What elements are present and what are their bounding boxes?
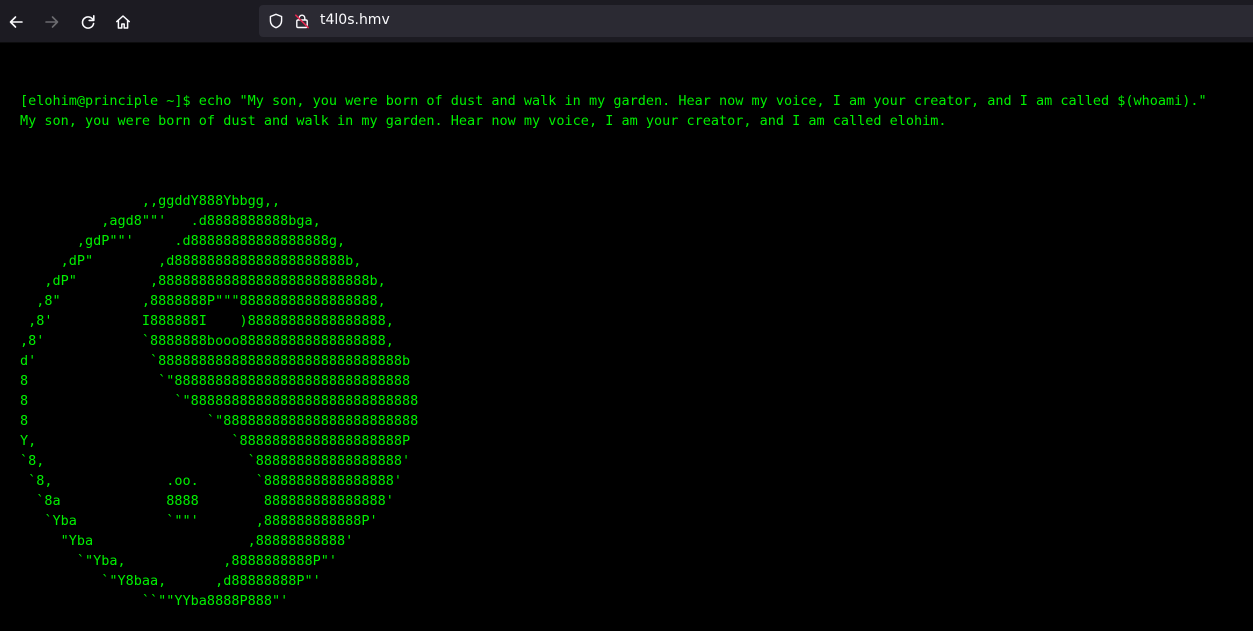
ascii-art-line: 8 `"888888888888888888888888 [20, 413, 419, 429]
ascii-art-line: `"Yba, ,8888888888P"' [20, 553, 337, 569]
forward-arrow-icon [45, 16, 59, 28]
ascii-art-line: `8, .oo. `8888888888888888' [20, 473, 403, 489]
ascii-art-line: ,dP" ,d888888888888888888888b, [20, 253, 362, 269]
forward-button[interactable] [38, 8, 66, 36]
terminal-command-line: [elohim@principle ~]$ echo "My son, you … [20, 93, 1207, 109]
reload-button[interactable] [74, 8, 102, 36]
ascii-art-line: ,8" ,8888888P"""88888888888888888, [20, 293, 386, 309]
ascii-art-line: `Yba `""' ,888888888888P' [20, 513, 378, 529]
ascii-art-line: "Yba ,88888888888' [20, 533, 354, 549]
home-button[interactable] [109, 8, 137, 36]
reload-icon [81, 15, 95, 29]
ascii-art-logo: ,,ggddY888Ybbgg,, ,agd8""' .d8888888888b… [20, 191, 418, 611]
ascii-art-line: ,8' `8888888booo888888888888888888, [20, 333, 394, 349]
back-button[interactable] [2, 8, 30, 36]
browser-toolbar: t4l0s.hmv [0, 0, 1253, 43]
terminal-output-line: My son, you were born of dust and walk i… [20, 113, 947, 129]
ascii-art-line: ,dP" ,88888888888888888888888888b, [20, 273, 386, 289]
ascii-art-line: d' `888888888888888888888888888888b [20, 353, 411, 369]
ascii-art-line: ``""YYba8888P888"' [20, 593, 289, 609]
ascii-art-line: ,gdP""' .d88888888888888888g, [20, 233, 346, 249]
url-text[interactable]: t4l0s.hmv [320, 12, 390, 28]
page-content: [elohim@principle ~]$ echo "My son, you … [0, 43, 1253, 631]
ascii-art-line: ,8' I888888I )88888888888888888, [20, 313, 394, 329]
back-arrow-icon [9, 16, 23, 28]
shield-icon[interactable] [268, 13, 284, 29]
address-bar[interactable]: t4l0s.hmv [259, 5, 1253, 37]
ascii-art-line: `"Y8baa, ,d88888888P"' [20, 573, 321, 589]
home-icon [116, 15, 130, 29]
insecure-lock-icon[interactable] [294, 13, 310, 29]
ascii-art-line: 8 `"88888888888888888888888888888 [20, 373, 411, 389]
ascii-art-line: 8 `"8888888888888888888888888888 [20, 393, 419, 409]
ascii-art-line: Y, `88888888888888888888P [20, 433, 411, 449]
ascii-art-line: `8, `888888888888888888' [20, 453, 411, 469]
ascii-art-line: ,agd8""' .d8888888888bga, [20, 213, 321, 229]
ascii-art-line: `8a 8888 888888888888888' [20, 493, 394, 509]
ascii-art-line: ,,ggddY888Ybbgg,, [20, 193, 281, 209]
